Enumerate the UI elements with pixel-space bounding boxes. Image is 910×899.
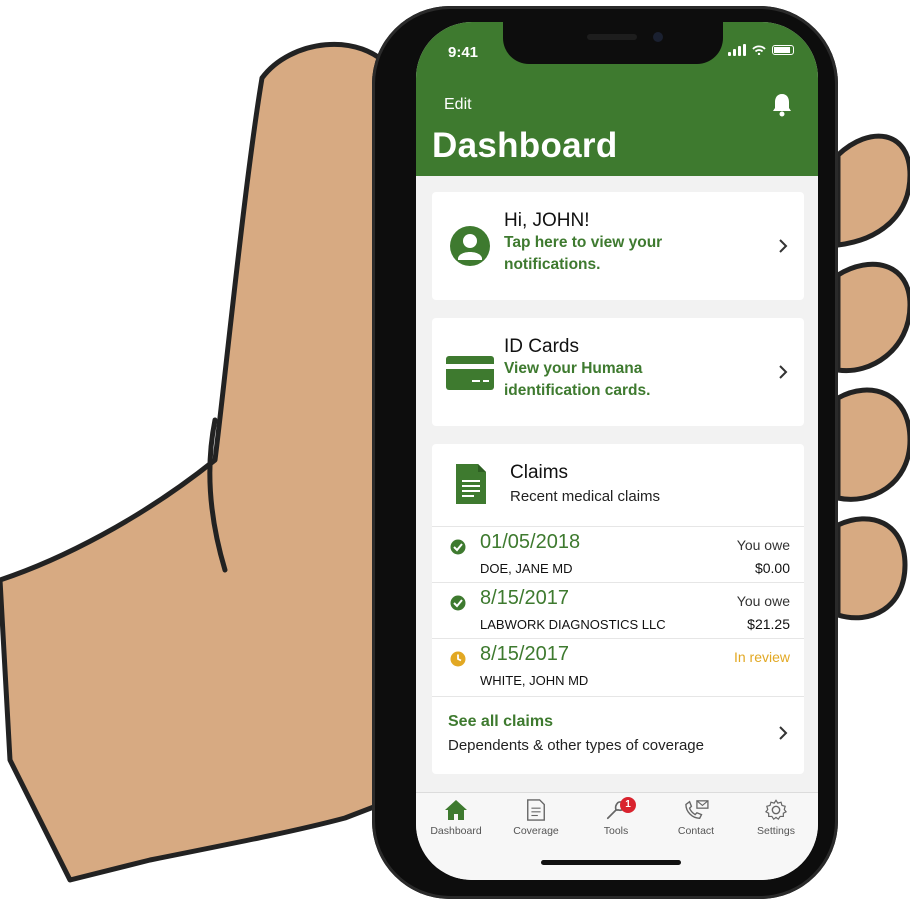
claim-amount: $0.00 <box>754 560 790 576</box>
claim-amount: $21.25 <box>747 616 790 632</box>
signal-icon <box>728 44 746 56</box>
claim-status: In review <box>733 649 790 665</box>
see-all-claims-link[interactable]: See all claims <box>448 713 553 731</box>
tab-label: Dashboard <box>430 825 482 837</box>
tab-label: Coverage <box>513 825 559 837</box>
check-circle-icon <box>450 539 466 555</box>
user-avatar-icon <box>450 226 490 266</box>
tab-label: Tools <box>603 825 629 837</box>
id-cards-card[interactable]: ID Cards View your Humana identification… <box>432 318 804 426</box>
see-all-claims[interactable]: See all claims Dependents & other types … <box>432 696 804 767</box>
claims-title: Claims <box>510 462 569 483</box>
claim-row[interactable]: 8/15/2017 LABWORK DIAGNOSTICS LLC You ow… <box>432 582 804 639</box>
id-cards-link[interactable]: View your Humana <box>504 358 650 380</box>
id-card-icon <box>446 356 494 390</box>
phone-notch <box>503 18 723 64</box>
greeting-card[interactable]: Hi, JOHN! Tap here to view your notifica… <box>432 192 804 300</box>
edit-button[interactable]: Edit <box>444 96 472 114</box>
claim-date: 8/15/2017 <box>480 643 569 665</box>
status-icons <box>728 44 794 56</box>
greeting-title: Hi, JOHN! <box>504 210 590 231</box>
claim-row[interactable]: 8/15/2017 WHITE, JOHN MD In review <box>432 638 804 695</box>
tab-bar: Dashboard Coverage 1 Tools Contact Setti… <box>416 792 818 880</box>
phone-mail-icon <box>685 800 709 819</box>
wifi-icon <box>752 45 766 55</box>
phone-screen: 9:41 Edit Dashboard Hi, JOHN! Tap here t… <box>416 22 818 880</box>
notifications-link[interactable]: Tap here to view your <box>504 232 662 254</box>
tools-badge: 1 <box>620 797 636 813</box>
see-all-claims-sub: Dependents & other types of coverage <box>448 737 704 754</box>
gear-icon <box>765 799 787 821</box>
claim-provider: DOE, JANE MD <box>480 561 573 576</box>
tab-label: Contact <box>677 825 715 837</box>
home-icon <box>445 800 467 820</box>
claim-provider: WHITE, JOHN MD <box>480 673 589 688</box>
speaker-grill <box>587 34 637 40</box>
tab-settings[interactable]: Settings <box>736 799 816 837</box>
bell-icon[interactable] <box>770 92 794 118</box>
home-indicator <box>541 860 681 865</box>
document-icon <box>456 464 486 504</box>
claims-subtitle: Recent medical claims <box>510 488 661 505</box>
claim-date: 8/15/2017 <box>480 587 569 609</box>
battery-icon <box>772 45 794 55</box>
claim-date: 01/05/2018 <box>480 531 581 553</box>
claim-row[interactable]: 01/05/2018 DOE, JANE MD You owe $0.00 <box>432 526 804 583</box>
tab-label: Settings <box>757 825 795 837</box>
chevron-right-icon <box>779 239 788 253</box>
claims-card: Claims Recent medical claims 01/05/2018 … <box>432 444 804 774</box>
status-time: 9:41 <box>448 44 479 61</box>
id-cards-link-cont[interactable]: identification cards. <box>504 380 650 402</box>
check-circle-icon <box>450 595 466 611</box>
page-title: Dashboard <box>432 126 618 165</box>
camera-dot <box>653 32 663 42</box>
chevron-right-icon <box>779 726 788 740</box>
document-icon <box>527 799 545 821</box>
chevron-right-icon <box>779 365 788 379</box>
illustration-stage: 9:41 Edit Dashboard Hi, JOHN! Tap here t… <box>0 0 910 899</box>
tab-contact[interactable]: Contact <box>656 799 736 837</box>
tab-tools[interactable]: 1 Tools <box>576 797 656 837</box>
clock-icon <box>450 651 466 667</box>
claim-owe-label: You owe <box>736 537 790 553</box>
id-cards-title: ID Cards <box>504 336 579 357</box>
claim-provider: LABWORK DIAGNOSTICS LLC <box>480 617 666 632</box>
claim-owe-label: You owe <box>736 593 790 609</box>
tab-coverage[interactable]: Coverage <box>496 799 576 837</box>
tab-dashboard[interactable]: Dashboard <box>416 799 496 837</box>
notifications-link-cont[interactable]: notifications. <box>504 254 662 276</box>
